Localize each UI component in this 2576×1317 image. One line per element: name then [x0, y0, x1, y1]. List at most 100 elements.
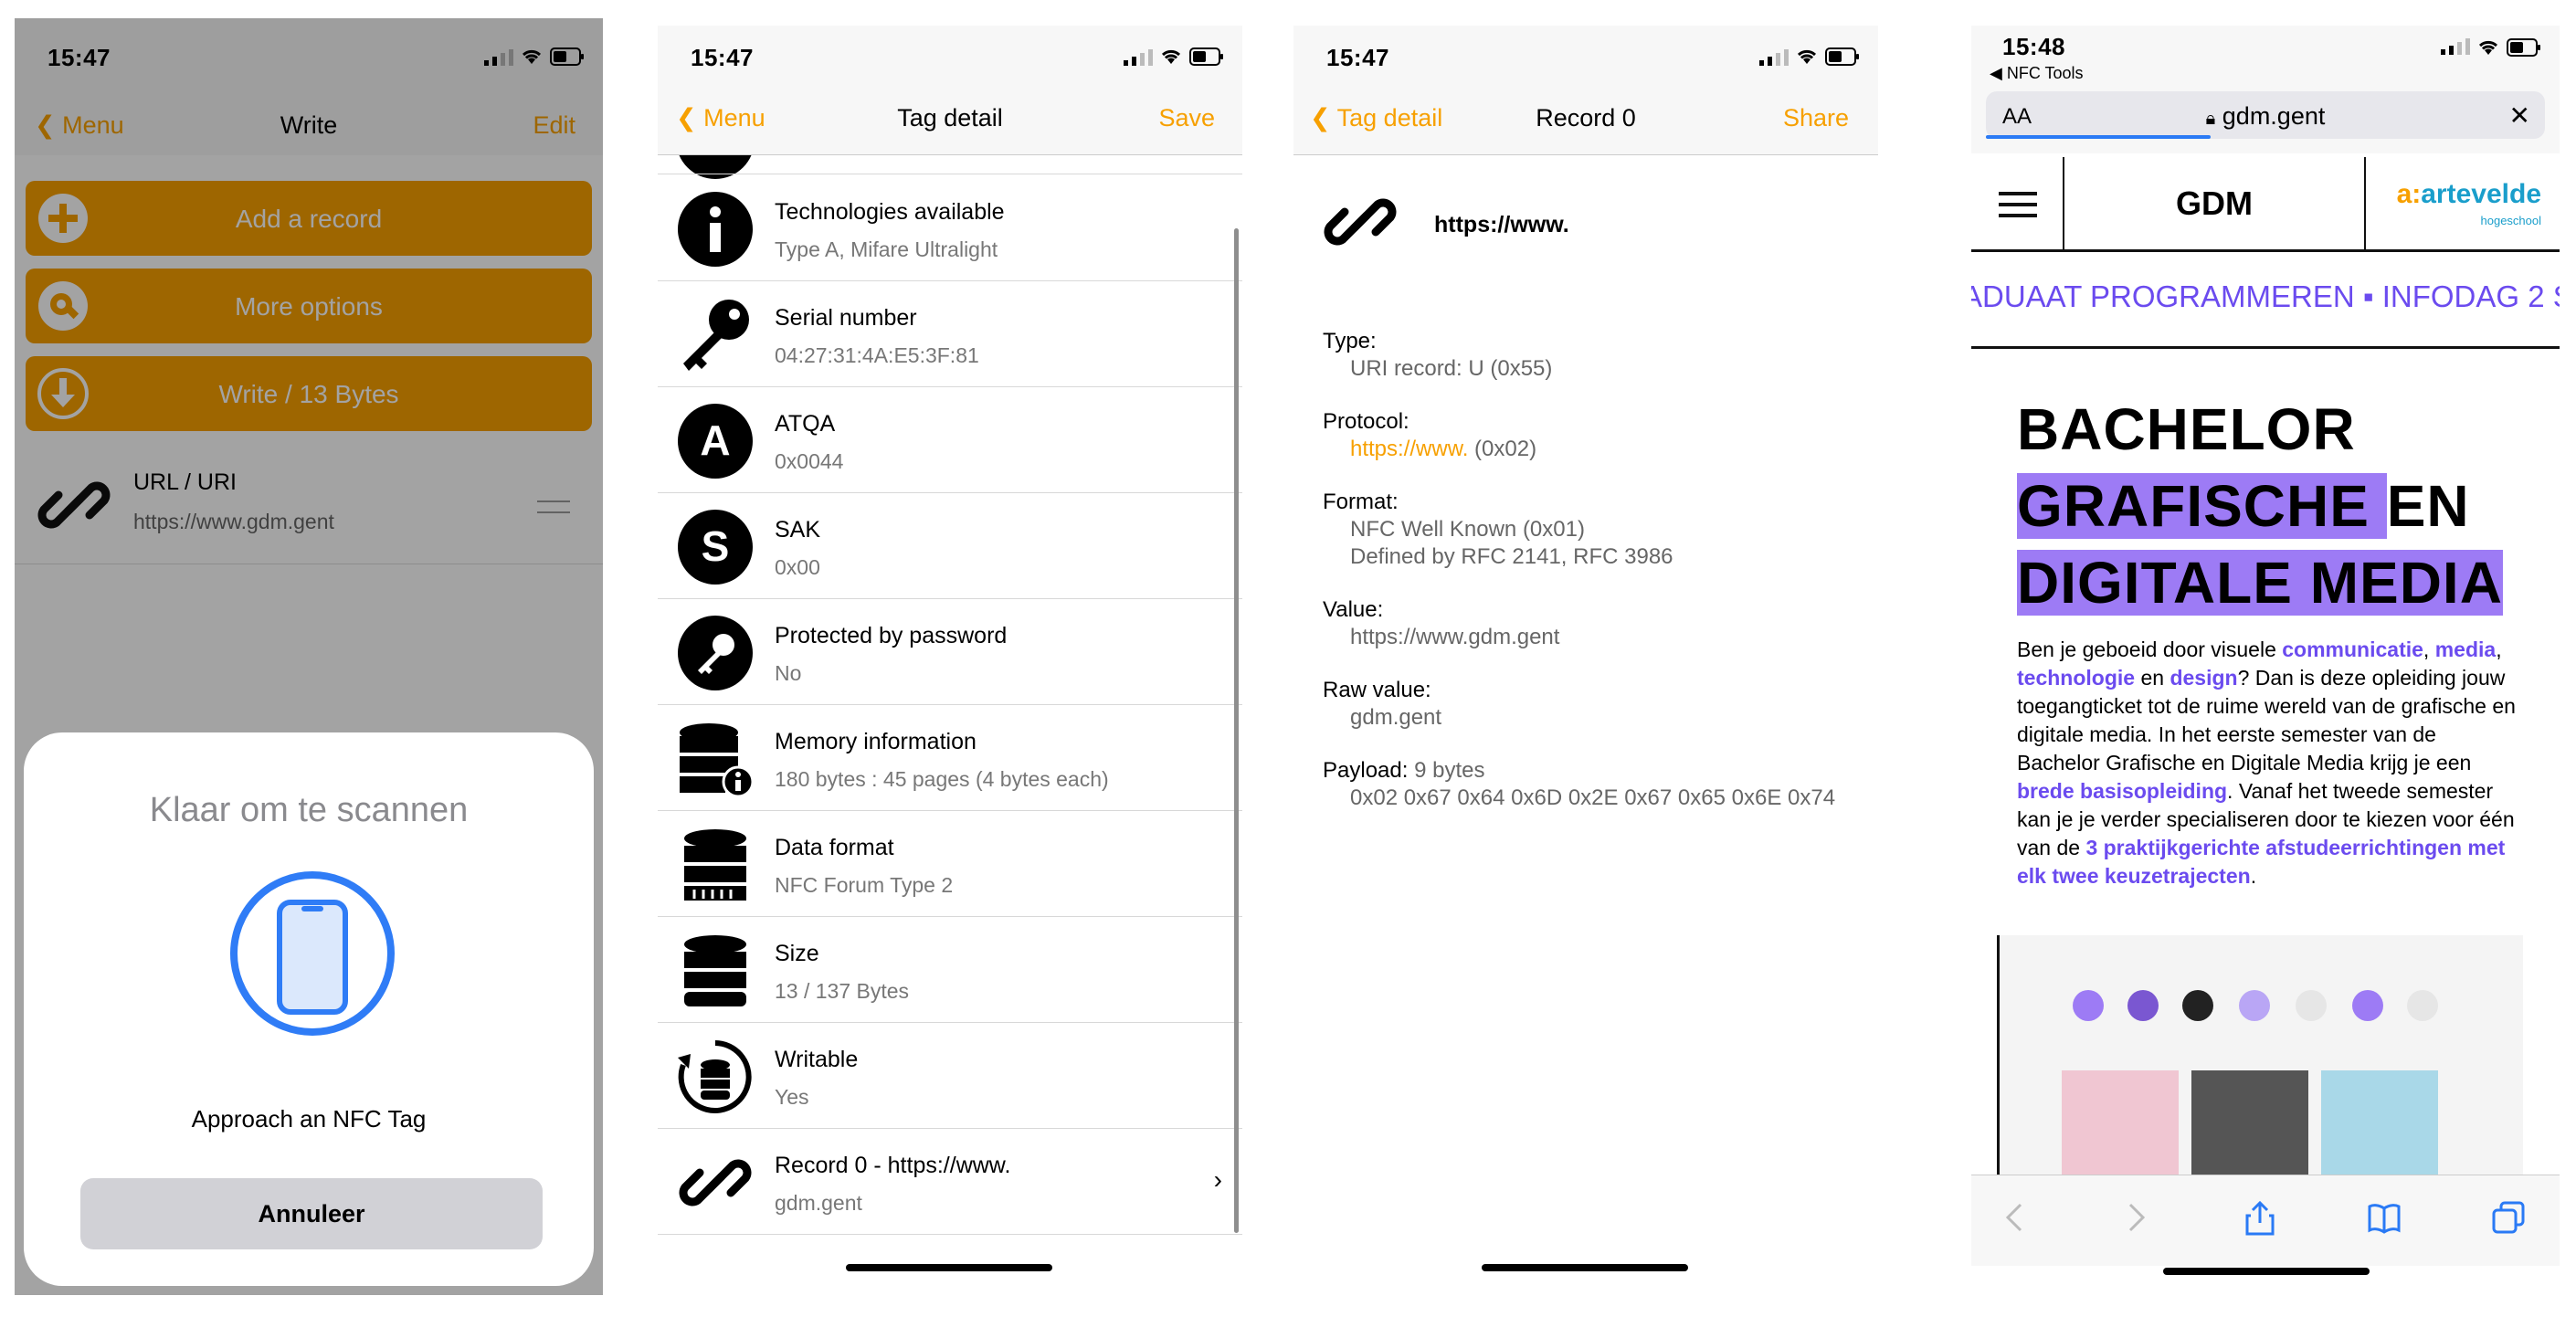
hero-title: BACHELOR GRAFISCHE EN DIGITALE MEDIA: [2017, 391, 2503, 621]
payload-label: Payload:: [1323, 758, 1409, 783]
link-communicatie[interactable]: communicatie: [2282, 637, 2423, 661]
key-icon: [683, 300, 749, 371]
record-url: https://www.: [1434, 212, 1569, 237]
news-ticker[interactable]: ADUAAT PROGRAMMEREN ▪ INFODAG 2 SE: [1971, 252, 2560, 349]
link-afstudeerrichtingen[interactable]: 3 praktijkgerichte afstudeerrichtingen m…: [2017, 836, 2505, 888]
home-indicator[interactable]: [1482, 1264, 1688, 1271]
row-title: Technologies available: [775, 199, 1005, 225]
tabs-icon[interactable]: [2490, 1199, 2527, 1236]
row-value: 0x00: [775, 555, 820, 579]
partner-logo[interactable]: a:artevelde: [2397, 179, 2541, 210]
save-button[interactable]: Save: [1158, 104, 1215, 132]
svg-text:S: S: [702, 522, 730, 570]
forward-arrow-icon[interactable]: [2117, 1199, 2154, 1236]
battery-icon: [1825, 47, 1859, 66]
format-field: Format: NFC Well Known (0x01) Defined by…: [1323, 490, 1673, 570]
detail-row: Data format NFC Forum Type 2: [658, 811, 1242, 917]
write-screen: 15:47 ❮ Menu Write Edit Add a record Mor…: [15, 18, 603, 1295]
cancel-button[interactable]: Annuleer: [80, 1178, 543, 1249]
scrollbar[interactable]: [1234, 228, 1239, 1233]
database-info-icon: [680, 723, 755, 798]
loading-progress: [1986, 135, 2211, 139]
status-time: 15:48: [2002, 33, 2065, 60]
share-button[interactable]: Share: [1783, 104, 1849, 132]
row-title: Serial number: [775, 305, 917, 331]
format-spec: Defined by RFC 2141, RFC 3986: [1350, 544, 1673, 569]
battery-icon: [1189, 47, 1223, 66]
database-refresh-icon: [678, 1040, 752, 1113]
protocol-link[interactable]: https://www.: [1350, 437, 1468, 461]
row-value: 180 bytes : 45 pages (4 bytes each): [775, 767, 1109, 791]
status-bar: 15:47: [1293, 26, 1878, 80]
link-basisopleiding[interactable]: brede basisopleiding: [2017, 779, 2227, 803]
tag-detail-list[interactable]: Technologies available Type A, Mifare Ul…: [658, 155, 1242, 1240]
site-header: GDM a:artevelde hogeschool: [1971, 157, 2560, 252]
signal-icon: [2441, 38, 2470, 55]
hero-highlight: GRAFISCHE: [2017, 473, 2387, 539]
signal-icon: [1759, 49, 1789, 66]
status-bar: 15:47: [658, 26, 1242, 80]
safari-screen: 15:48 ◀ NFC Tools AA 🔒︎ gdm.gent ✕ GDM a…: [1971, 26, 2560, 1295]
protocol-code: (0x02): [1468, 437, 1537, 461]
close-icon[interactable]: ✕: [2509, 100, 2530, 131]
database-icon: [684, 829, 746, 901]
hero-word: EN: [2386, 473, 2470, 539]
info-icon: [678, 192, 753, 267]
menu-button[interactable]: [1971, 157, 2064, 249]
row-title: Writable: [775, 1047, 859, 1072]
chevron-right-icon: ›: [1213, 1165, 1222, 1194]
type-value: URI record: U (0x55): [1350, 356, 1553, 381]
type-label: Type:: [1323, 329, 1377, 353]
record-detail: https://www. Type: URI record: U (0x55) …: [1293, 155, 1878, 1295]
partner-logo-text: artevelde: [2421, 179, 2541, 209]
payload-size: 9 bytes: [1408, 758, 1485, 783]
domain-text: gdm.gent: [2222, 102, 2326, 130]
status-time: 15:47: [1326, 44, 1389, 71]
protocol-label: Protocol:: [1323, 409, 1409, 434]
format-value: NFC Well Known (0x01): [1350, 517, 1585, 542]
row-value: 13 / 137 Bytes: [775, 979, 910, 1003]
navigation-bar: ❮ Menu Tag detail Save: [658, 80, 1242, 155]
address-bar[interactable]: AA 🔒︎ gdm.gent ✕: [1986, 91, 2545, 139]
letter-s-icon: S: [678, 510, 753, 585]
record-row[interactable]: Record 0 - https://www. gdm.gent ›: [658, 1129, 1242, 1235]
row-value: 04:27:31:4A:E5:3F:81: [775, 343, 979, 367]
wifi-icon: [2478, 40, 2498, 55]
row-title: Memory information: [775, 729, 977, 754]
detail-row: S SAK 0x00: [658, 493, 1242, 599]
detail-row: A ATQA 0x0044: [658, 387, 1242, 493]
bookmarks-icon[interactable]: [2366, 1199, 2402, 1236]
home-indicator[interactable]: [2163, 1268, 2370, 1275]
link-icon: [1324, 198, 1397, 246]
row-title: SAK: [775, 517, 821, 543]
back-to-app-link[interactable]: ◀ NFC Tools: [1990, 64, 2084, 83]
row-title: ATQA: [775, 411, 836, 437]
link-icon: [679, 1159, 752, 1206]
detail-row: Serial number 04:27:31:4A:E5:3F:81: [658, 281, 1242, 387]
payload-bytes: 0x02 0x67 0x64 0x6D 0x2E 0x67 0x65 0x6E …: [1350, 785, 1836, 810]
back-arrow-icon[interactable]: [1997, 1199, 2033, 1236]
phone-scan-icon: [230, 871, 395, 1036]
scan-heading: Klaar om te scannen: [149, 791, 469, 829]
row-title: Protected by password: [775, 623, 1008, 648]
type-field: Type: URI record: U (0x55): [1323, 329, 1552, 382]
value-link[interactable]: https://www.gdm.gent: [1323, 625, 1559, 650]
profile-dot: [2073, 990, 2104, 1021]
link-technologie[interactable]: technologie: [2017, 666, 2135, 690]
svg-text:A: A: [700, 416, 730, 464]
row-value: 0x0044: [775, 449, 844, 473]
link-media[interactable]: media: [2435, 637, 2496, 661]
link-design[interactable]: design: [2170, 666, 2237, 690]
site-logo[interactable]: GDM: [2064, 157, 2366, 249]
row-title: Data format: [775, 835, 894, 860]
status-time: 15:47: [691, 44, 754, 71]
profile-dot: [2239, 990, 2270, 1021]
share-icon[interactable]: [2242, 1199, 2278, 1236]
menu-icon-bar: [1999, 214, 2037, 217]
detail-row: Size 13 / 137 Bytes: [658, 917, 1242, 1023]
value-label: Value:: [1323, 597, 1384, 622]
partner-logo-mark: a:: [2396, 179, 2422, 209]
home-indicator[interactable]: [846, 1264, 1052, 1271]
battery-icon: [2507, 38, 2540, 57]
row-title: Record 0 - https://www.: [775, 1153, 1011, 1178]
